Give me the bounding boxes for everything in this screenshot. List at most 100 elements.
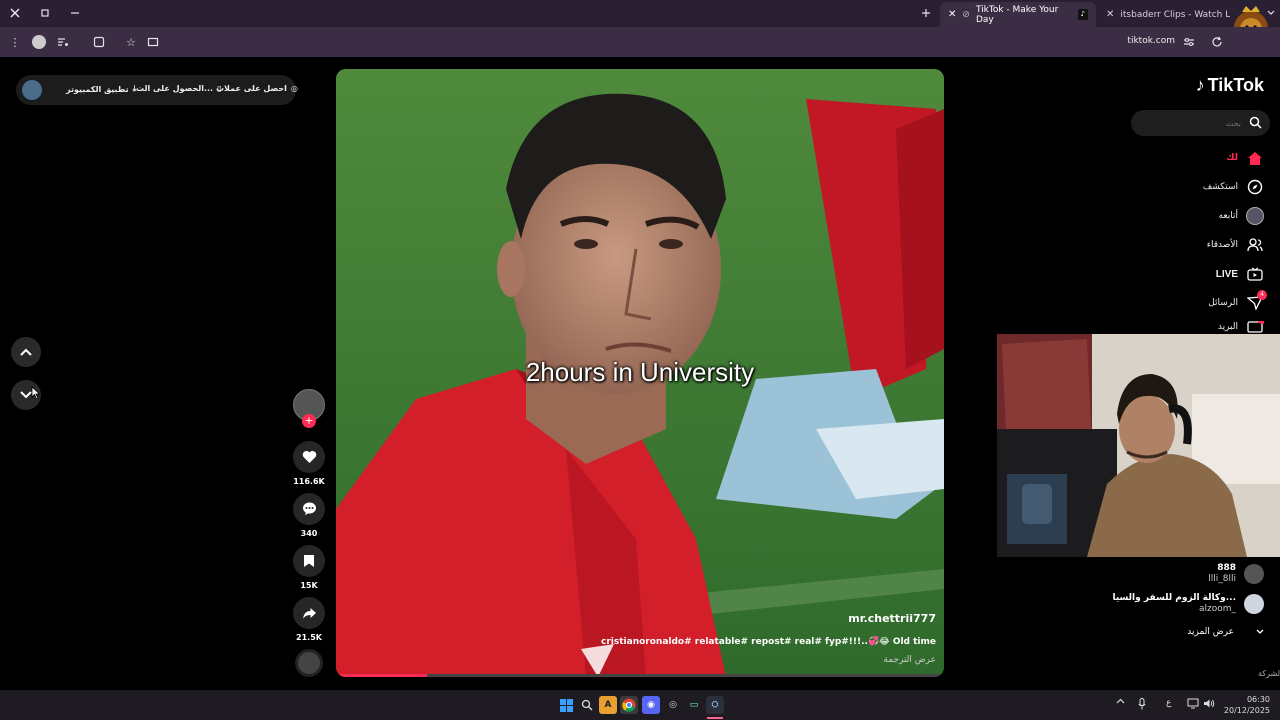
site-settings-icon[interactable] [1180,33,1198,51]
sidebar-item-inbox[interactable]: البريد 8 [1218,321,1264,333]
extension-avatar-icon[interactable] [30,33,48,51]
comment-button[interactable]: 340 [292,493,326,538]
tab-favicon-icon: ⊘ [962,9,970,20]
sidebar-item-label: الرسائل [1208,298,1238,308]
network-icon[interactable] [1187,698,1199,709]
search-icon[interactable] [578,696,596,714]
reload-icon[interactable] [1208,33,1226,51]
following-avatar [1244,594,1264,614]
video-caption: 2hours in University [525,357,755,387]
search-input[interactable] [1141,115,1241,131]
get-coins-button[interactable]: احصل على عملات ◎ [216,84,298,93]
get-coins-label: احصل على عملات [216,84,287,93]
sidebar-item-live[interactable]: LIVE [1216,263,1264,285]
steam-icon[interactable]: ⛭ [706,696,724,714]
video-description: cristianoronaldo# relatable# repost# rea… [601,637,936,647]
sidebar-item-foryou[interactable]: لك [1226,147,1264,169]
tiktok-note-icon: ♪ [1195,75,1205,95]
save-button[interactable]: 15K [292,545,326,590]
tiktok-logo-text: TikTok [1207,75,1264,95]
messages-badge: 4 [1257,290,1267,300]
microphone-icon[interactable] [1138,698,1146,710]
previous-video-button[interactable] [11,337,41,367]
desktop-app-label: تطبيق الكمبيوتر [66,84,129,94]
following-avatar [1244,564,1264,584]
get-app-button[interactable]: الحصول على الت... ▯ [136,84,222,93]
following-account-1[interactable]: 888 llli_8lli [1208,563,1264,585]
sidebar-item-explore[interactable]: استكشف [1203,176,1264,198]
tray-chevron-icon[interactable] [1116,698,1125,704]
discord-icon[interactable]: ◉ [642,696,660,714]
sidebar-item-following[interactable]: أتابعه [1219,205,1264,227]
clock[interactable]: 06:30 20/12/2025 [1220,694,1270,716]
sidebar-item-label: الأصدقاء [1206,240,1238,250]
company-link[interactable]: الشركة [1258,669,1280,678]
comment-icon [302,502,316,515]
following-account-2[interactable]: وكالة الزوم للسفر والسيا... alzoom_ [1112,593,1264,615]
tab-kick[interactable]: ✕ itsbaderr Clips - Watch Live on [1098,2,1230,27]
tiktok-logo[interactable]: ♪ TikTok [1196,75,1264,96]
comment-count: 340 [300,529,318,538]
active-app-indicator [707,717,723,719]
live-icon [1246,265,1264,283]
obs-icon[interactable]: ◎ [664,696,682,714]
coin-icon: ◎ [290,84,298,93]
sidebar-item-label: لك [1226,153,1238,163]
minimize-window-icon[interactable] [66,4,84,22]
follow-plus-icon[interactable]: + [302,414,316,428]
tab-close-icon[interactable]: ✕ [1106,9,1114,20]
sound-avatar[interactable] [292,649,326,677]
avatar-icon [1246,207,1264,225]
share-button[interactable]: 21.5K [292,597,326,642]
app-window-icon[interactable]: ▭ [685,696,703,714]
browser-toolbar: ⋮ ☆ tiktok.com [0,27,1280,57]
input-language[interactable]: ع [1166,698,1171,708]
video-progress-fill [336,674,428,677]
creator-avatar[interactable]: + [292,389,326,428]
following-handle: llli_8lli [1208,574,1236,584]
clock-date: 20/12/2025 [1223,706,1270,715]
chrome-icon[interactable] [620,696,638,714]
home-icon [1246,149,1264,167]
sidebar-item-messages[interactable]: الرسائل 4 [1208,290,1267,314]
menu-dots-icon[interactable]: ⋮ [6,33,24,51]
account-avatar[interactable] [22,80,42,100]
volume-icon[interactable] [1203,698,1215,709]
new-tab-icon[interactable] [917,4,935,22]
desktop-app-button[interactable]: تطبيق الكمبيوتر ⤓ [66,84,136,94]
address-bar-url[interactable]: tiktok.com [1100,36,1175,46]
see-more-button[interactable]: عرض المزيد [1187,627,1264,637]
screenshot-icon[interactable] [144,33,162,51]
video-player[interactable]: 2hours in University mr.chettrii777 cris… [336,69,944,677]
inbox-icon: 8 [1246,321,1264,333]
restore-window-icon[interactable] [36,4,54,22]
media-control-icon[interactable] [54,33,72,51]
chevron-down-icon [1256,629,1264,634]
translate-link[interactable]: عرض الترجمة [883,655,936,665]
tab-search-chevron-icon[interactable] [1262,4,1280,22]
search-box[interactable] [1131,110,1270,136]
like-button[interactable]: 116.6K [292,441,326,486]
save-count: 15K [300,581,318,590]
close-window-icon[interactable] [6,4,24,22]
bookmark-icon [304,555,314,567]
search-icon[interactable] [1249,116,1262,129]
webcam-frame [997,334,1280,557]
mouse-cursor-icon [31,386,41,400]
sidebar-item-friends[interactable]: الأصدقاء [1207,234,1264,256]
friends-icon [1246,236,1264,254]
tab-label: itsbaderr Clips - Watch Live on [1120,9,1230,20]
sidebar-item-label: LIVE [1215,268,1238,280]
app-a-icon[interactable]: A [599,696,617,714]
get-app-pill: تطبيق الكمبيوتر ⤓ الحصول على الت... ▯ اح… [16,75,298,105]
start-icon[interactable] [557,696,575,714]
extensions-icon[interactable] [90,33,108,51]
sidebar-item-label: استكشف [1202,182,1238,192]
video-progress-bar[interactable] [336,674,944,677]
streamer-webcam [997,334,1280,557]
tab-close-icon[interactable]: ✕ [948,9,956,20]
tab-tiktok[interactable]: ✕ ⊘ TikTok - Make Your Day ♪ [940,2,1096,27]
video-username[interactable]: mr.chettrii777 [848,612,936,625]
bookmark-star-icon[interactable]: ☆ [122,33,140,51]
sidebar-item-label: أتابعه [1218,211,1238,221]
